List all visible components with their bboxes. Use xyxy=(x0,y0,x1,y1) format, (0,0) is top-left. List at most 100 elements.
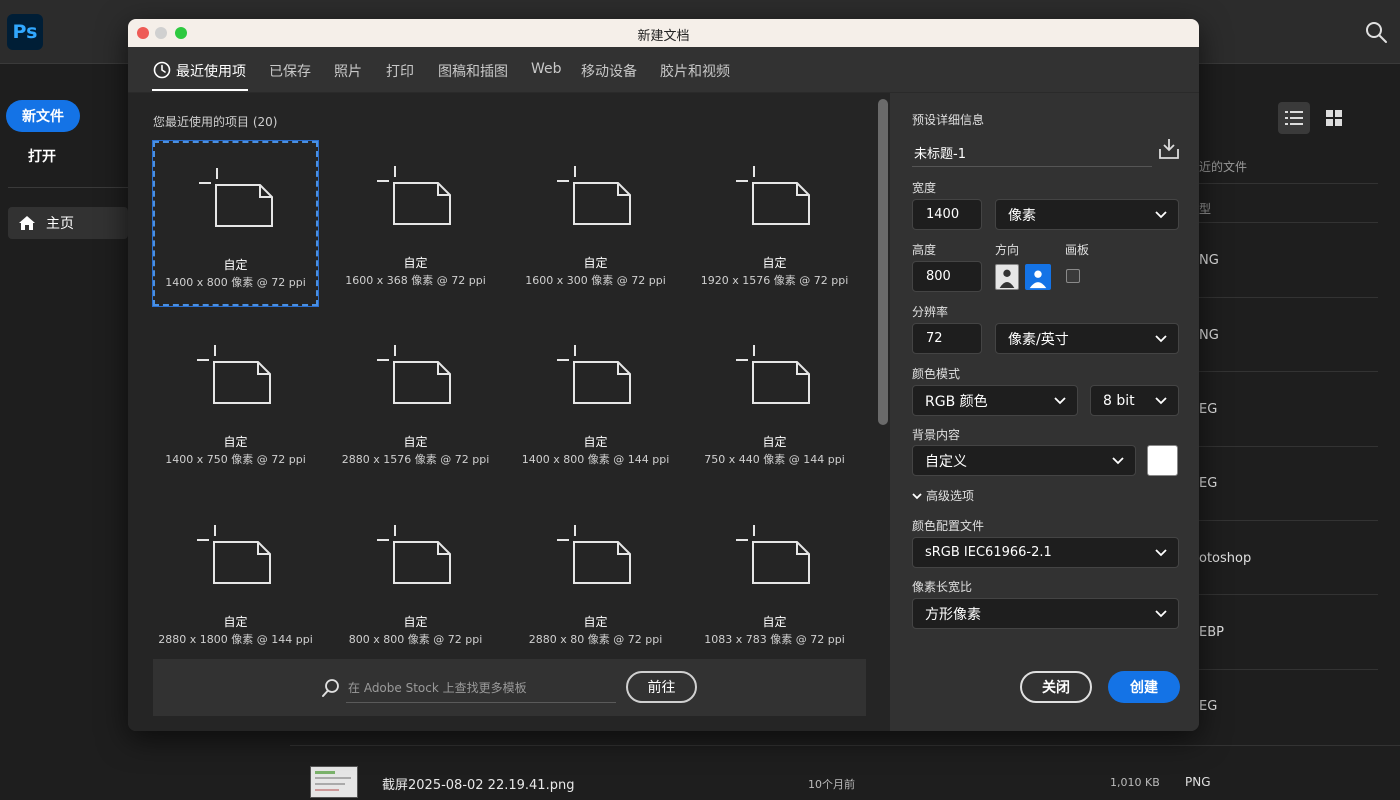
background-select[interactable]: 自定义 xyxy=(912,445,1136,476)
preset-card[interactable]: 自定 1600 x 368 像素 @ 72 ppi xyxy=(333,141,498,306)
width-unit-select[interactable]: 像素 xyxy=(995,199,1179,230)
chevron-down-icon xyxy=(1155,397,1167,405)
background-label: 背景内容 xyxy=(912,428,961,442)
home-icon xyxy=(19,216,35,230)
document-icon xyxy=(736,345,810,404)
stock-search-input[interactable]: 在 Adobe Stock 上查找更多模板 xyxy=(346,675,616,703)
tab-art-illustration[interactable]: 图稿和插图 xyxy=(438,61,508,81)
advanced-options-toggle[interactable]: 高级选项 xyxy=(912,487,974,504)
preset-card[interactable]: 自定 1600 x 300 像素 @ 72 ppi xyxy=(513,141,678,306)
preset-card[interactable]: 自定 750 x 440 像素 @ 144 ppi xyxy=(692,320,857,485)
preset-card[interactable]: 自定 1400 x 800 像素 @ 72 ppi xyxy=(152,140,319,307)
preset-dimensions: 2880 x 1800 像素 @ 144 ppi xyxy=(158,633,313,646)
preset-card[interactable]: 自定 2880 x 1576 像素 @ 72 ppi xyxy=(333,320,498,485)
save-preset-icon[interactable] xyxy=(1158,137,1180,161)
open-button[interactable]: 打开 xyxy=(28,146,56,166)
color-profile-select[interactable]: sRGB IEC61966-2.1 xyxy=(912,537,1179,568)
tab-print[interactable]: 打印 xyxy=(386,61,414,81)
file-type-cell: EG xyxy=(1199,476,1218,491)
active-tab-indicator xyxy=(152,89,248,91)
height-input[interactable]: 800 xyxy=(912,261,982,292)
resolution-unit-value: 像素/英寸 xyxy=(1008,331,1069,348)
search-icon[interactable] xyxy=(1364,20,1388,44)
resolution-label: 分辨率 xyxy=(912,305,949,319)
preset-name: 自定 xyxy=(583,435,608,449)
preset-details-title: 预设详细信息 xyxy=(912,113,985,127)
width-label: 宽度 xyxy=(912,181,937,195)
preset-name-field[interactable]: 未标题-1 xyxy=(912,137,1152,167)
recent-file-row[interactable]: 截屏2025-08-02 22.19.41.png 10个月前 1,010 KB… xyxy=(290,745,1400,800)
pixel-aspect-value: 方形像素 xyxy=(925,606,981,623)
preset-card[interactable]: 自定 2880 x 80 像素 @ 72 ppi xyxy=(513,500,678,665)
sidebar-item-label: 主页 xyxy=(46,216,74,232)
color-mode-label: 颜色模式 xyxy=(912,367,961,381)
document-icon xyxy=(736,166,810,225)
preset-name: 自定 xyxy=(583,256,608,270)
presets-pane: 您最近使用的项目 (20) 自定 1400 x 800 像素 @ 72 ppi 自定… xyxy=(128,93,890,731)
preset-name: 自定 xyxy=(583,615,608,629)
advanced-options-label: 高级选项 xyxy=(926,489,975,503)
tab-mobile[interactable]: 移动设备 xyxy=(581,61,637,81)
tab-photo[interactable]: 照片 xyxy=(334,61,362,81)
width-unit-value: 像素 xyxy=(1008,207,1036,224)
tab-film-video[interactable]: 胶片和视频 xyxy=(660,61,730,81)
recent-items-header: 您最近使用的项目 (20) xyxy=(153,115,278,129)
preset-dimensions: 1920 x 1576 像素 @ 72 ppi xyxy=(700,274,849,287)
preset-tabs: 最近使用项 已保存 照片 打印 图稿和插图 Web 移动设备 胶片和视频 xyxy=(128,47,1199,93)
tab-web[interactable]: Web xyxy=(531,61,562,77)
preset-card[interactable]: 自定 2880 x 1800 像素 @ 144 ppi xyxy=(153,500,318,665)
sidebar-item-home[interactable]: 主页 xyxy=(8,207,128,239)
width-input[interactable]: 1400 xyxy=(912,199,982,230)
new-document-dialog: 新建文档 最近使用项 已保存 照片 打印 图稿和插图 Web 移动设备 胶片和视… xyxy=(128,19,1199,731)
preset-details-pane: 预设详细信息 未标题-1 宽度 1400 像素 高度 方向 画板 800 分辨率… xyxy=(890,93,1199,731)
grid-view-button[interactable] xyxy=(1318,102,1350,134)
create-button[interactable]: 创建 xyxy=(1108,671,1180,703)
chevron-down-icon xyxy=(1155,335,1167,343)
file-type-cell: NG xyxy=(1199,328,1219,343)
file-type-cell: EBP xyxy=(1199,625,1224,640)
artboard-checkbox[interactable] xyxy=(1066,269,1080,283)
preset-card[interactable]: 自定 1920 x 1576 像素 @ 72 ppi xyxy=(692,141,857,306)
type-column-header: 型 xyxy=(1199,202,1212,216)
preset-dimensions: 1083 x 783 像素 @ 72 ppi xyxy=(704,633,845,646)
divider xyxy=(1199,520,1378,521)
document-icon xyxy=(557,525,631,584)
resolution-unit-select[interactable]: 像素/英寸 xyxy=(995,323,1179,354)
preset-name: 自定 xyxy=(223,258,248,272)
close-button[interactable]: 关闭 xyxy=(1020,671,1092,703)
preset-card[interactable]: 自定 1400 x 800 像素 @ 144 ppi xyxy=(513,320,678,485)
new-file-button[interactable]: 新文件 xyxy=(6,100,80,132)
preset-card[interactable]: 自定 800 x 800 像素 @ 72 ppi xyxy=(333,500,498,665)
divider xyxy=(1199,297,1378,298)
color-mode-select[interactable]: RGB 颜色 xyxy=(912,385,1078,416)
sidebar: 新文件 打开 主页 xyxy=(0,64,128,800)
list-view-button[interactable] xyxy=(1278,102,1310,134)
preset-card[interactable]: 自定 1400 x 750 像素 @ 72 ppi xyxy=(153,320,318,485)
portrait-orientation-icon[interactable] xyxy=(995,264,1019,290)
tab-saved[interactable]: 已保存 xyxy=(269,61,311,81)
divider xyxy=(1199,594,1378,595)
file-type-cell: otoshop xyxy=(1199,551,1252,566)
preset-card[interactable]: 自定 1083 x 783 像素 @ 72 ppi xyxy=(692,500,857,665)
chevron-down-icon xyxy=(1112,457,1124,465)
background-color-swatch[interactable] xyxy=(1147,445,1178,476)
file-thumbnail xyxy=(310,766,358,798)
pixel-aspect-select[interactable]: 方形像素 xyxy=(912,598,1179,629)
bit-depth-select[interactable]: 8 bit xyxy=(1090,385,1179,416)
landscape-orientation-icon[interactable] xyxy=(1025,264,1051,290)
document-icon xyxy=(197,525,271,584)
file-size: 1,010 KB xyxy=(1110,776,1160,789)
divider xyxy=(1199,183,1378,184)
dialog-title: 新建文档 xyxy=(637,29,690,44)
tab-recent[interactable]: 最近使用项 xyxy=(176,61,246,81)
bit-depth-value: 8 bit xyxy=(1103,392,1135,409)
chevron-down-icon xyxy=(1155,610,1167,618)
document-icon xyxy=(377,525,451,584)
go-button[interactable]: 前往 xyxy=(626,671,697,703)
resolution-input[interactable]: 72 xyxy=(912,323,982,354)
presets-scrollbar[interactable] xyxy=(878,99,888,425)
background-value: 自定义 xyxy=(925,453,967,470)
document-icon xyxy=(377,345,451,404)
preset-name: 自定 xyxy=(223,435,248,449)
file-type: PNG xyxy=(1185,775,1211,789)
